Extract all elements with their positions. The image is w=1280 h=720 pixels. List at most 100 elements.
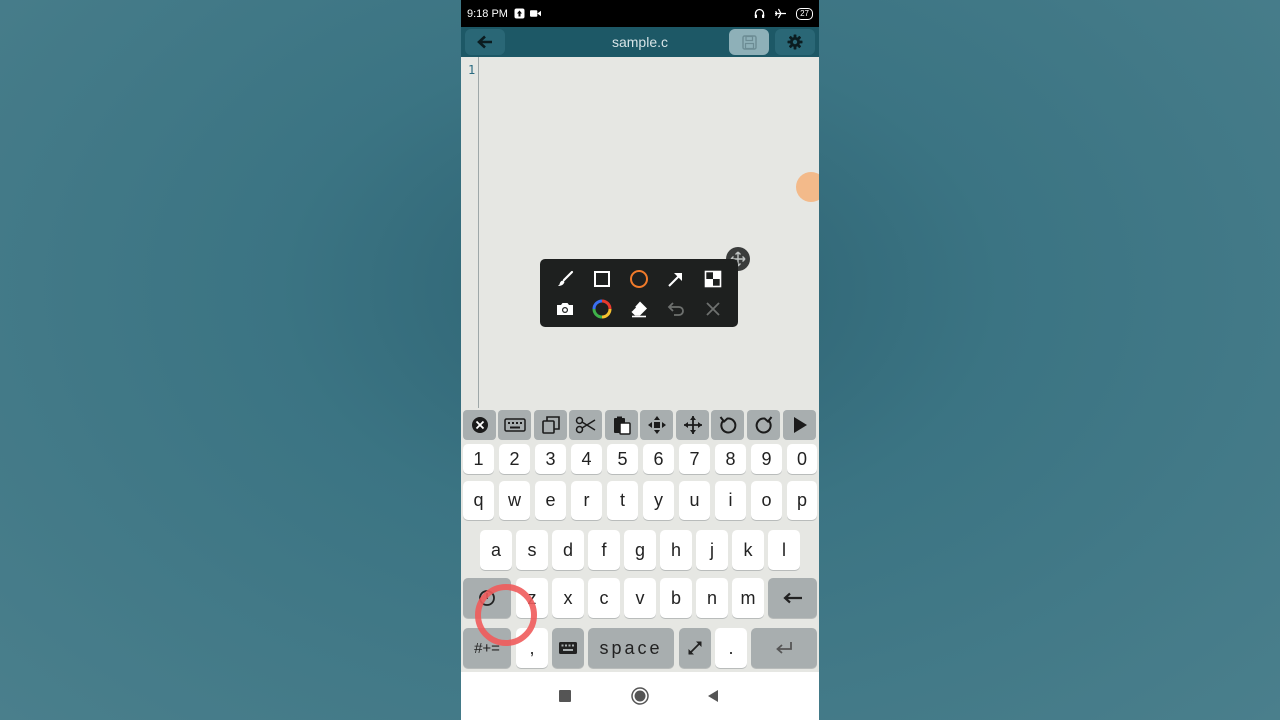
key-x[interactable]: x: [552, 578, 584, 618]
eraser-tool[interactable]: [626, 296, 652, 322]
key-0[interactable]: 0: [787, 444, 817, 474]
close-keyboard-button[interactable]: [463, 410, 496, 440]
key-r[interactable]: r: [571, 481, 602, 520]
paste-button[interactable]: [605, 410, 638, 440]
key-i[interactable]: i: [715, 481, 746, 520]
line-number: 1: [468, 63, 476, 77]
period-key[interactable]: .: [715, 628, 747, 668]
color-wheel-icon: [592, 299, 612, 319]
shift-icon: [479, 590, 495, 606]
key-b[interactable]: b: [660, 578, 692, 618]
mosaic-icon: [704, 270, 722, 288]
editor-toolbar-row: [461, 410, 819, 440]
backspace-key[interactable]: [768, 578, 817, 618]
circle-icon: [630, 270, 648, 288]
key-l[interactable]: l: [768, 530, 800, 570]
triangle-back-icon: [708, 690, 718, 702]
key-k[interactable]: k: [732, 530, 764, 570]
eraser-icon: [630, 301, 647, 318]
undo-icon: [667, 302, 684, 316]
key-w[interactable]: w: [499, 481, 530, 520]
backspace-arrow-icon: [782, 592, 802, 604]
code-editor[interactable]: 1: [461, 57, 819, 408]
key-j[interactable]: j: [696, 530, 728, 570]
key-p[interactable]: p: [787, 481, 817, 520]
shift-key[interactable]: [463, 578, 511, 618]
key-v[interactable]: v: [624, 578, 656, 618]
redo-icon: [755, 416, 772, 434]
key-2[interactable]: 2: [499, 444, 530, 474]
brush-tool[interactable]: [552, 266, 578, 292]
phone-screen: 9:18 PM 27 sample.c 1 1 2 3 4 5 6 7 8 9 …: [461, 0, 819, 720]
screenshot-tool[interactable]: [552, 296, 578, 322]
floating-bubble[interactable]: [796, 172, 819, 202]
move-cursor-icon: [647, 416, 666, 434]
airplane-mode-icon: [775, 8, 787, 19]
back-arrow-icon: [477, 35, 492, 49]
redo-button[interactable]: [747, 410, 780, 440]
key-c[interactable]: c: [588, 578, 620, 618]
settings-button[interactable]: [775, 29, 815, 55]
headphones-icon: [754, 8, 765, 19]
status-time: 9:18 PM: [467, 7, 508, 20]
run-button[interactable]: [783, 410, 816, 440]
mosaic-tool[interactable]: [700, 266, 726, 292]
key-9[interactable]: 9: [751, 444, 782, 474]
key-6[interactable]: 6: [643, 444, 674, 474]
circle-tool[interactable]: [626, 266, 652, 292]
key-7[interactable]: 7: [679, 444, 710, 474]
key-8[interactable]: 8: [715, 444, 746, 474]
key-d[interactable]: d: [552, 530, 584, 570]
home-button[interactable]: [630, 686, 650, 706]
key-m[interactable]: m: [732, 578, 764, 618]
cursor-move-button[interactable]: [640, 410, 673, 440]
undo-button[interactable]: [711, 410, 744, 440]
comma-key[interactable]: ,: [516, 628, 548, 668]
close-circle-icon: [471, 417, 488, 433]
back-button[interactable]: [465, 29, 505, 55]
key-4[interactable]: 4: [571, 444, 602, 474]
undo-icon: [719, 416, 736, 434]
arrow-tool[interactable]: [663, 266, 689, 292]
space-key[interactable]: space: [588, 628, 674, 668]
key-5[interactable]: 5: [607, 444, 638, 474]
key-1[interactable]: 1: [463, 444, 494, 474]
annotation-toolbar: [540, 259, 738, 327]
key-a[interactable]: a: [480, 530, 512, 570]
key-h[interactable]: h: [660, 530, 692, 570]
key-u[interactable]: u: [679, 481, 710, 520]
key-y[interactable]: y: [643, 481, 674, 520]
keyboard-icon: [503, 418, 526, 432]
brush-icon: [558, 270, 574, 286]
close-tool[interactable]: [700, 296, 726, 322]
key-3[interactable]: 3: [535, 444, 566, 474]
symbols-key[interactable]: #+=: [463, 628, 511, 668]
copy-button[interactable]: [534, 410, 567, 440]
undo-tool[interactable]: [663, 296, 689, 322]
keyboard-toggle-button[interactable]: [498, 410, 531, 440]
back-nav-button[interactable]: [703, 686, 723, 706]
key-g[interactable]: g: [624, 530, 656, 570]
expand-key[interactable]: [679, 628, 711, 668]
key-o[interactable]: o: [751, 481, 782, 520]
key-s[interactable]: s: [516, 530, 548, 570]
save-button[interactable]: [729, 29, 769, 55]
key-q[interactable]: q: [463, 481, 494, 520]
cut-button[interactable]: [569, 410, 602, 440]
key-t[interactable]: t: [607, 481, 638, 520]
selection-move-button[interactable]: [676, 410, 709, 440]
save-icon: [741, 34, 757, 50]
enter-key[interactable]: [751, 628, 817, 668]
key-n[interactable]: n: [696, 578, 728, 618]
video-record-icon: [529, 8, 541, 19]
color-picker-tool[interactable]: [589, 296, 615, 322]
recents-button[interactable]: [555, 686, 575, 706]
key-e[interactable]: e: [535, 481, 566, 520]
square-icon: [559, 690, 571, 702]
camera-icon: [557, 303, 573, 315]
keyboard-switch-key[interactable]: [552, 628, 584, 668]
app-bar: sample.c: [461, 27, 819, 57]
rectangle-tool[interactable]: [589, 266, 615, 292]
key-f[interactable]: f: [588, 530, 620, 570]
key-z[interactable]: z: [516, 578, 548, 618]
